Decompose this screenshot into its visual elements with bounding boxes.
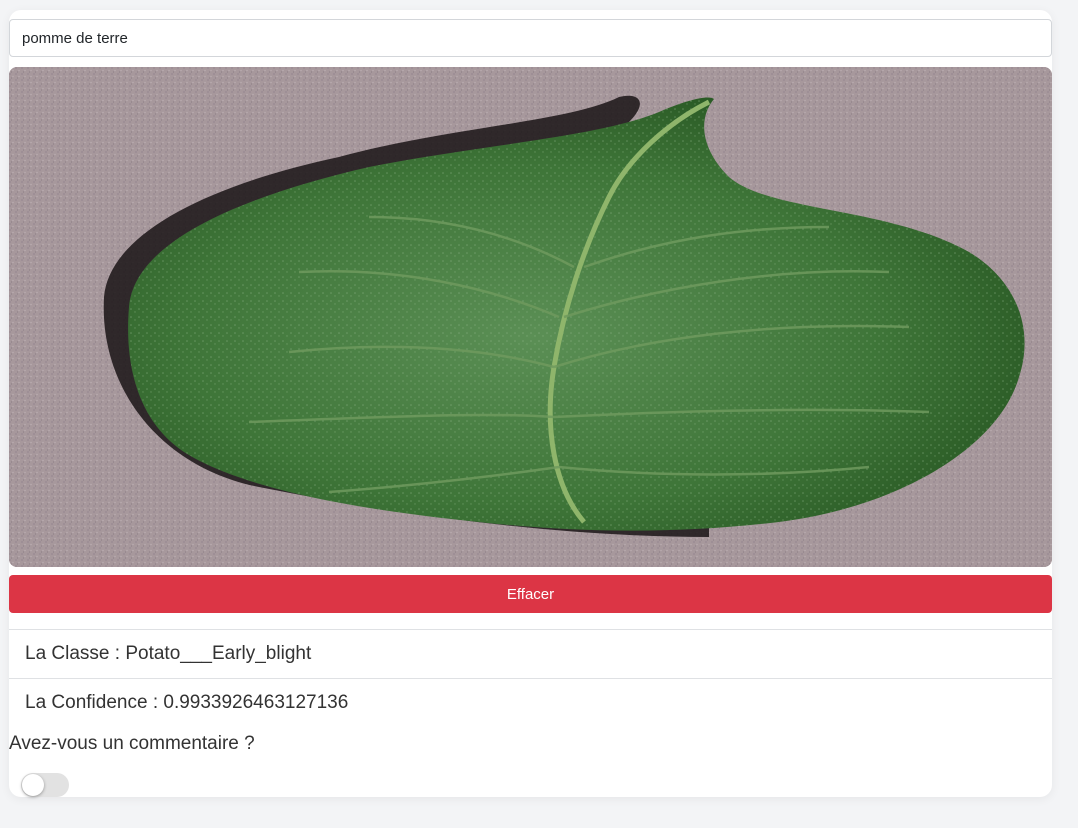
- class-result: La Classe : Potato___Early_blight: [9, 629, 1052, 678]
- clear-button[interactable]: Effacer: [9, 575, 1052, 613]
- plant-name-input[interactable]: [9, 19, 1052, 57]
- result-list: La Classe : Potato___Early_blight La Con…: [9, 629, 1052, 727]
- comment-toggle[interactable]: [21, 773, 69, 797]
- leaf-image: [9, 67, 1052, 567]
- toggle-switch-icon: [22, 774, 44, 796]
- leaf-illustration: [9, 67, 1052, 567]
- confidence-result: La Confidence : 0.9933926463127136: [9, 678, 1052, 727]
- comment-question: Avez-vous un commentaire ?: [9, 733, 255, 754]
- prediction-card: Effacer La Classe : Potato___Early_bligh…: [9, 10, 1052, 797]
